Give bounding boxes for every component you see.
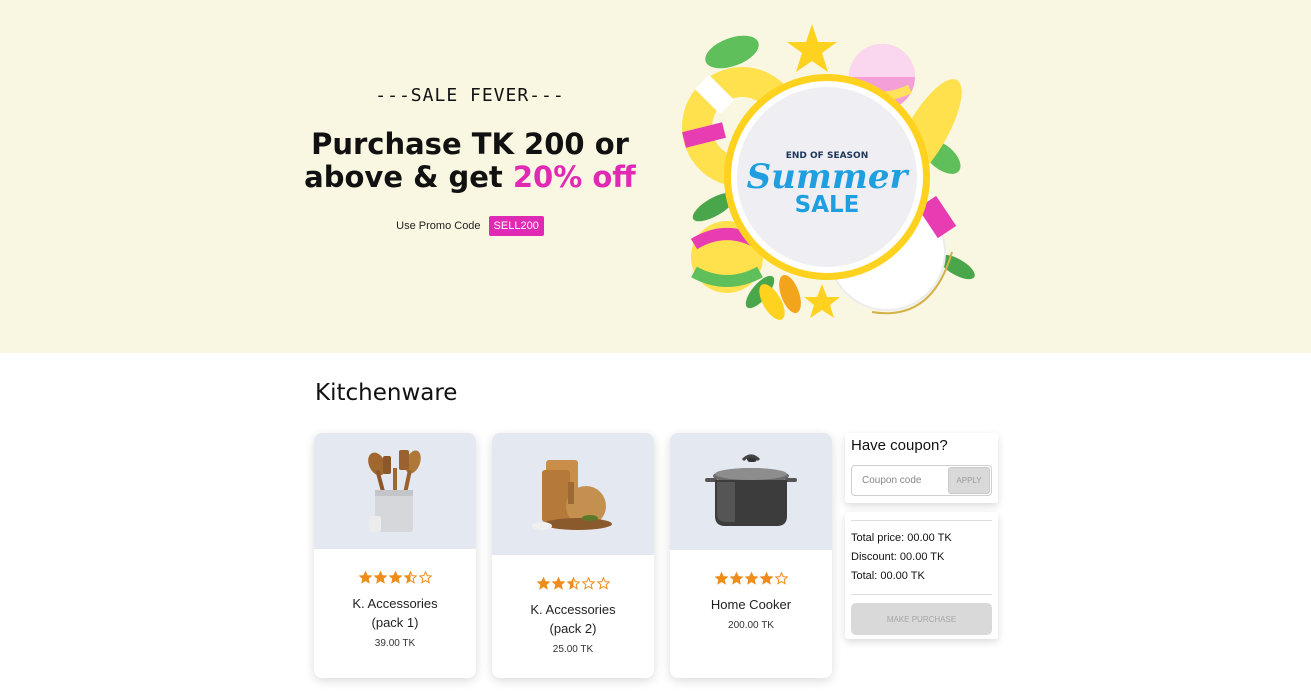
star-half-icon (566, 577, 580, 590)
product-name: Home Cooker (710, 597, 792, 612)
promo-row: Use Promo Code SELL200 (300, 216, 640, 236)
star-empty-icon (418, 571, 432, 584)
total-price-line: Total price: 00.00 TK (851, 532, 952, 544)
star-full-icon (373, 571, 387, 584)
divider (851, 594, 992, 595)
banner-main-text: Summer (747, 157, 910, 197)
promo-code-badge[interactable]: SELL200 (488, 216, 544, 236)
star-full-icon (551, 577, 565, 590)
product-card[interactable]: K. Accessories (pack 2) 25.00 TK (492, 433, 654, 678)
cooking-pot-icon (705, 454, 797, 526)
star-full-icon (388, 571, 402, 584)
hero-headline: Purchase TK 200 or above & get 20% off (300, 128, 640, 194)
product-name: K. Accessories (pack 2) (530, 602, 616, 636)
summer-sale-illustration: END OF SEASON Summer SALE (682, 24, 975, 320)
star-full-icon (714, 572, 728, 585)
hero-banner: ---SALE FEVER--- Purchase TK 200 or abov… (0, 0, 1311, 353)
product-price: 39.00 TK (374, 638, 416, 649)
star-full-icon (759, 572, 773, 585)
product-image (314, 433, 476, 549)
promo-label: Use Promo Code (396, 220, 481, 232)
headline-line2: above & get (304, 160, 513, 194)
rating-stars (314, 571, 476, 587)
wooden-utensils-icon (368, 450, 421, 532)
banner-sub-text: SALE (795, 192, 860, 218)
apply-coupon-button[interactable]: APPLY (948, 467, 990, 494)
product-image (492, 433, 654, 555)
star-full-icon (744, 572, 758, 585)
rating-stars (670, 572, 832, 588)
star-empty-icon (596, 577, 610, 590)
coupon-code-input[interactable] (852, 466, 948, 495)
hero-text: ---SALE FEVER--- Purchase TK 200 or abov… (300, 85, 640, 236)
headline-line1: Purchase TK 200 or (311, 127, 629, 161)
product-info: K. Accessories (pack 1) 39.00 TK (314, 549, 476, 649)
product-price: 200.00 TK (728, 620, 774, 631)
headline-discount: 20% off (512, 160, 636, 194)
star-full-icon (729, 572, 743, 585)
product-price: 25.00 TK (552, 644, 594, 655)
star-empty-icon (581, 577, 595, 590)
star-empty-icon (774, 572, 788, 585)
coupon-panel: Have coupon? APPLY (845, 433, 998, 503)
product-image (670, 433, 832, 550)
section-title: Kitchenware (315, 380, 458, 406)
cutting-boards-icon (532, 460, 612, 530)
product-card[interactable]: Home Cooker 200.00 TK (670, 433, 832, 678)
product-card[interactable]: K. Accessories (pack 1) 39.00 TK (314, 433, 476, 678)
total-line: Total: 00.00 TK (851, 570, 925, 582)
star-full-icon (358, 571, 372, 584)
product-name: K. Accessories (pack 1) (352, 596, 438, 630)
make-purchase-button[interactable]: MAKE PURCHASE (851, 603, 992, 635)
order-summary-panel: Total price: 00.00 TK Discount: 00.00 TK… (845, 512, 998, 639)
rating-stars (492, 577, 654, 593)
product-info: K. Accessories (pack 2) 25.00 TK (492, 555, 654, 655)
coupon-title: Have coupon? (851, 437, 948, 454)
star-full-icon (536, 577, 550, 590)
star-half-icon (403, 571, 417, 584)
discount-line: Discount: 00.00 TK (851, 551, 945, 563)
coupon-input-group: APPLY (851, 465, 992, 496)
hero-kicker: ---SALE FEVER--- (375, 85, 565, 106)
product-info: Home Cooker 200.00 TK (670, 550, 832, 631)
divider (851, 520, 992, 521)
